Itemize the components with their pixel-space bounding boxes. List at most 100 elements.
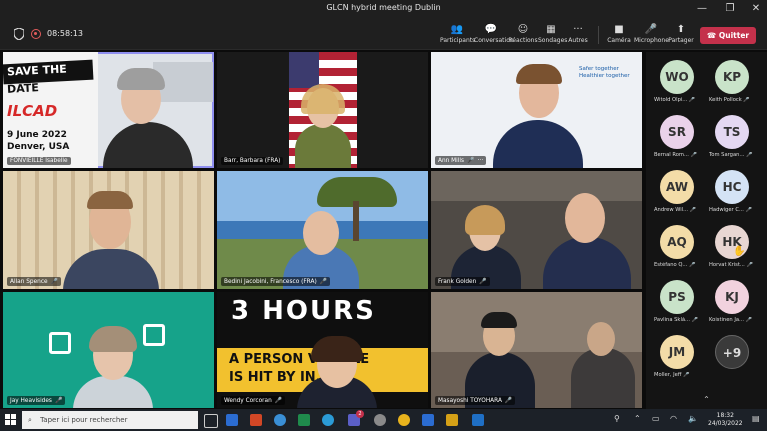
participant-name: FONVIEILLE Isabelle [7, 157, 71, 165]
participant-name: Barr, Barbara (FRA) [221, 157, 284, 165]
avatar-hk[interactable]: HK ✋ [715, 225, 749, 259]
meeting-toolbar: 08:58:13 👥 Participants 💬 Conversation ☺… [0, 20, 767, 50]
share-button[interactable]: ⬆ Partager [668, 24, 694, 44]
more-button[interactable]: ··· Autres [566, 24, 590, 44]
camera-label: Caméra [607, 37, 631, 44]
battery-icon[interactable]: ▭ [652, 414, 660, 423]
mic-muted-icon: 🎤 [479, 278, 487, 285]
polls-button[interactable]: ▦ Sondages [538, 24, 568, 44]
tree-trunk [353, 201, 359, 241]
more-icon: ··· [573, 24, 583, 35]
poster-line-2: DATE [6, 81, 40, 96]
participant-name: Frank Golden 🎤 [435, 277, 490, 286]
app-icon[interactable] [374, 414, 386, 426]
video-tile-barr[interactable]: Barr, Barbara (FRA) [217, 52, 428, 168]
avatar-sr[interactable]: SR [660, 115, 694, 149]
person-body-2 [571, 348, 635, 408]
avatar-wo[interactable]: WO [660, 60, 694, 94]
system-clock[interactable]: 18:32 24/03/2022 [708, 412, 743, 428]
banner-headline: 3 HOURS [231, 296, 376, 326]
logo-line-2: Healthier together [579, 73, 630, 79]
avatar-ts[interactable]: TS [715, 115, 749, 149]
poster-logo: ILCAD [7, 102, 58, 120]
polls-label: Sondages [538, 37, 568, 44]
leave-button[interactable]: ☎ Quitter [700, 27, 756, 44]
avatar-aw[interactable]: AW [660, 170, 694, 204]
excel-icon[interactable] [298, 414, 310, 426]
word-icon[interactable] [422, 414, 434, 426]
more-label: Autres [568, 37, 588, 44]
poster-date: 9 June 2022 [7, 130, 67, 140]
outlook-icon[interactable] [226, 414, 238, 426]
video-tile-bedini[interactable]: Bedini Jacobini, Francesco (FRA) 🎤 [217, 171, 428, 289]
roster-name: Andrew Wil... 🎤 [654, 207, 697, 213]
taskbar-search-box[interactable]: ⌕ Taper ici pour rechercher [22, 411, 198, 429]
maximize-button[interactable]: ❐ [722, 2, 738, 16]
roster-name: Keith Pollock 🎤 [709, 97, 750, 103]
reactions-label: Réactions [508, 37, 538, 44]
avatar-kp[interactable]: KP [715, 60, 749, 94]
roster-name: Pavlina Sklá... 🎤 [654, 317, 699, 323]
roster-name: Moller, Jeff 🎤 [654, 372, 690, 378]
video-tile-toyohara[interactable]: Masayoshi TOYOHARA 🎤 [431, 292, 642, 408]
toolbar-divider [598, 26, 599, 44]
more-participants-button[interactable]: +9 [715, 335, 749, 369]
event-poster: SAVE THE DATE ILCAD 9 June 2022 Denver, … [3, 52, 98, 168]
teams-icon[interactable]: 2 [348, 410, 364, 426]
roster-name: Bernal Rom... 🎤 [654, 152, 698, 158]
participants-icon: 👥 [450, 24, 464, 35]
avatar-jm[interactable]: JM [660, 335, 694, 369]
windows-taskbar: ⌕ Taper ici pour rechercher 2 ⚲ ⌃ ▭ ◠ 🔈 … [0, 409, 767, 431]
avatar-ps[interactable]: PS [660, 280, 694, 314]
video-tile-ann-mills[interactable]: Safer together Healthier together Ann Mi… [431, 52, 642, 168]
reactions-icon: ☺ [517, 24, 529, 35]
conversation-button[interactable]: 💬 Conversation [474, 24, 514, 44]
clock-date: 24/03/2022 [708, 420, 743, 427]
task-view-icon[interactable] [204, 414, 218, 428]
roster-name: Witold Olpi... 🎤 [654, 97, 696, 103]
poster-location: Denver, USA [7, 142, 70, 152]
signal-graphic-right [143, 324, 165, 346]
video-tile-jay-heavisides[interactable]: Jay Heavisides 🎤 [3, 292, 214, 408]
video-tile-frank-golden[interactable]: Frank Golden 🎤 [431, 171, 642, 289]
close-window-button[interactable]: ✕ [748, 2, 764, 16]
powerpoint-icon[interactable] [250, 414, 262, 426]
volume-icon[interactable]: 🔈 [688, 414, 698, 423]
meeting-timer: 08:58:13 [47, 29, 83, 38]
avatar-aq[interactable]: AQ [660, 225, 694, 259]
mic-muted-icon: 🎤 [274, 397, 283, 404]
flag-canton [289, 52, 319, 88]
person-body [73, 376, 153, 408]
browser-icon[interactable] [322, 414, 334, 426]
video-tile-fonvieille[interactable]: SAVE THE DATE ILCAD 9 June 2022 Denver, … [3, 52, 214, 168]
recording-icon [31, 29, 41, 39]
camera-button[interactable]: ■ Caméra [606, 24, 632, 44]
video-tile-wendy-corcoran[interactable]: 3 HOURS A PERSON VEHICLE IS HIT BY IN. W… [217, 292, 428, 408]
minimize-button[interactable]: — [694, 2, 710, 16]
tray-up-icon[interactable]: ⌃ [634, 414, 641, 423]
chrome-icon[interactable] [398, 414, 410, 426]
search-icon: ⌕ [28, 416, 32, 424]
person-hair [516, 64, 562, 84]
app-icon-2[interactable] [472, 414, 484, 426]
file-explorer-icon[interactable] [446, 414, 458, 426]
person-hair [87, 191, 133, 209]
avatar-kj[interactable]: KJ [715, 280, 749, 314]
wifi-icon[interactable]: ◠ [670, 414, 677, 423]
collapse-roster-button[interactable]: ⌃ [646, 395, 767, 409]
logo-line-1: Safer together [579, 66, 619, 72]
edge-icon[interactable] [274, 414, 286, 426]
avatar-hc[interactable]: HC [715, 170, 749, 204]
more-options-icon[interactable]: ··· [478, 157, 484, 164]
participants-button[interactable]: 👥 Participants [440, 24, 475, 44]
video-tile-allan-spence[interactable]: Allan Spence 🎤 [3, 171, 214, 289]
people-icon[interactable]: ⚲ [614, 414, 620, 423]
notifications-icon[interactable]: ▤ [752, 414, 760, 423]
person-hair [311, 336, 363, 362]
shield-icon [14, 28, 24, 40]
phone-hangup-icon: ☎ [706, 31, 717, 40]
windows-start-icon[interactable] [5, 414, 16, 425]
microphone-muted-icon: 🎤 [644, 24, 658, 35]
microphone-button[interactable]: 🎤 Microphone [634, 24, 669, 44]
reactions-button[interactable]: ☺ Réactions [508, 24, 538, 44]
